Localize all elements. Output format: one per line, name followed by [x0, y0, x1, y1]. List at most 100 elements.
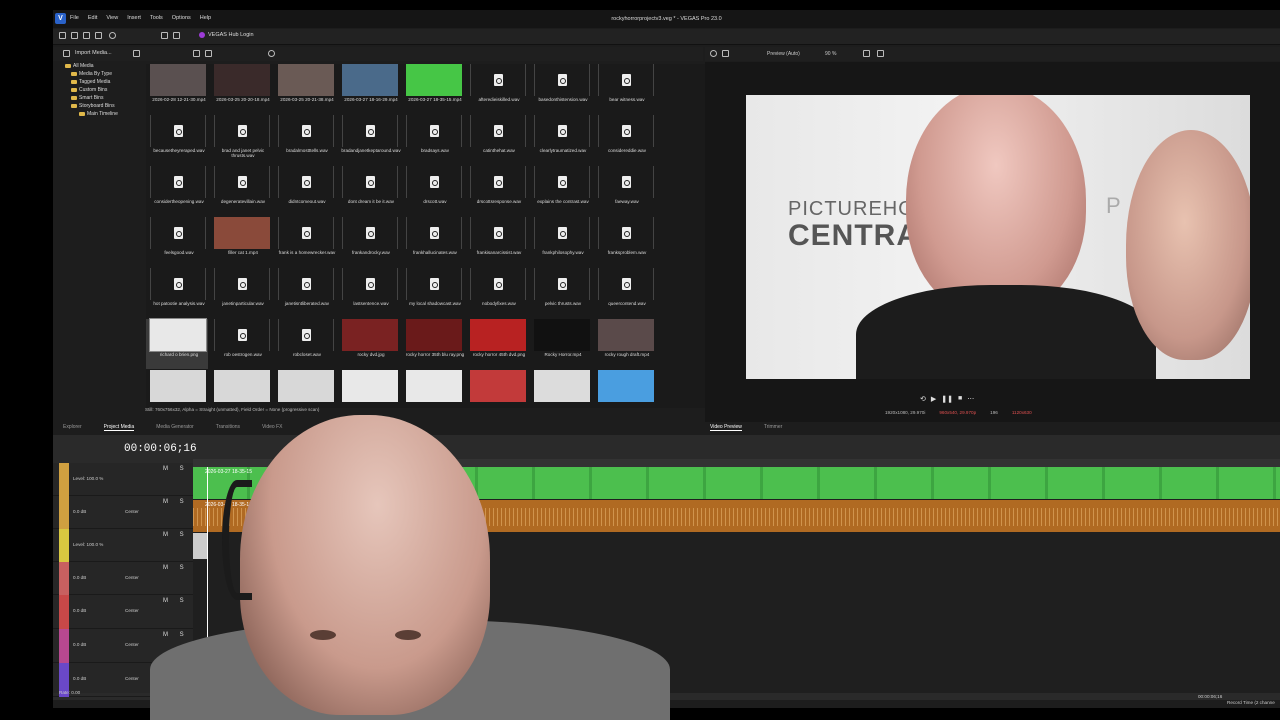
- media-tile[interactable]: didntcomeout.wav: [274, 166, 336, 216]
- media-tile[interactable]: hot patootie analysis.wav: [146, 268, 208, 318]
- media-tile[interactable]: brad and janet pelvic thrusts.wav: [210, 115, 272, 165]
- media-tile[interactable]: janetinparticular.wav: [210, 268, 272, 318]
- bin-item[interactable]: Storyboard Bins: [61, 102, 141, 110]
- media-tile[interactable]: dont dream it be it.wav: [338, 166, 400, 216]
- media-tile[interactable]: explains the contrast.wav: [530, 166, 592, 216]
- media-tile[interactable]: franksproblem.wav: [594, 217, 656, 267]
- media-tile[interactable]: becausetheyreraped.wav: [146, 115, 208, 165]
- track-volume[interactable]: 0.0 dB: [73, 642, 86, 647]
- media-tile[interactable]: 2026-03-27 18-16-29.mp4: [338, 64, 400, 114]
- media-tile[interactable]: queercontend.wav: [594, 268, 656, 318]
- media-tile[interactable]: lastsentence.wav: [338, 268, 400, 318]
- media-tile[interactable]: frankisanarcissist.wav: [466, 217, 528, 267]
- video-preview-frame[interactable]: PICTUREHO CENTRA P: [746, 95, 1250, 379]
- save-icon[interactable]: [83, 32, 90, 39]
- track-volume[interactable]: 0.0 dB: [73, 575, 86, 580]
- bin-item[interactable]: Custom Bins: [61, 86, 141, 94]
- bin-item[interactable]: Smart Bins: [61, 94, 141, 102]
- bin-item[interactable]: All Media: [61, 62, 141, 70]
- media-tile[interactable]: catinthehat.wav: [466, 115, 528, 165]
- media-tile[interactable]: 2026-02-28 12-21-30.mp4: [146, 64, 208, 114]
- bin-item[interactable]: Main Timeline: [61, 110, 141, 118]
- tab-project-media[interactable]: Project Media: [103, 424, 135, 431]
- media-tile[interactable]: Rocky Horror.mp4: [530, 319, 592, 369]
- media-tile[interactable]: frankandrocky.wav: [338, 217, 400, 267]
- undo-icon[interactable]: [161, 32, 168, 39]
- tab-trimmer[interactable]: Trimmer: [764, 424, 782, 431]
- media-tile[interactable]: robcloset.wav: [274, 319, 336, 369]
- media-tile[interactable]: 2026-03-25 20-21-38.mp4: [274, 64, 336, 114]
- track-pan[interactable]: Center: [125, 608, 139, 613]
- media-tile[interactable]: my local shadowcast.wav: [402, 268, 464, 318]
- record-time-status: Record Time (2 channe: [1227, 700, 1275, 705]
- media-tile[interactable]: bradandjanetkeptaround.wav: [338, 115, 401, 165]
- preview-zoom-dropdown[interactable]: 90 %: [825, 51, 836, 57]
- pause-icon[interactable]: ❚❚: [941, 395, 953, 403]
- media-tile[interactable]: clearlytraumatized.wav: [530, 115, 592, 165]
- snapshot-icon[interactable]: [877, 50, 884, 57]
- media-tile[interactable]: considereddie.wav: [594, 115, 656, 165]
- media-tile[interactable]: drscott.wav: [402, 166, 464, 216]
- media-tile[interactable]: 2026-03-27 18-35-15.mp4: [402, 64, 464, 114]
- audio-thumbnail: [406, 268, 462, 300]
- media-tile[interactable]: 2026-03-25 20-20-18.mp4: [210, 64, 272, 114]
- play-preview-icon[interactable]: ▶: [931, 395, 936, 403]
- media-tile[interactable]: drscottsresponse.wav: [466, 166, 528, 216]
- media-tile[interactable]: frankhallucinates.wav: [402, 217, 464, 267]
- bin-item[interactable]: Media By Type: [61, 70, 141, 78]
- media-tile[interactable]: nobodyfixes.wav: [466, 268, 528, 318]
- settings-gear-icon[interactable]: [109, 32, 116, 39]
- track-volume[interactable]: 0.0 dB: [73, 608, 86, 613]
- media-tile[interactable]: frank is a homewrecker.wav: [274, 217, 336, 267]
- media-tile[interactable]: filler cat 1.mp4: [210, 217, 272, 267]
- media-tile[interactable]: basedonthistension.wav: [530, 64, 592, 114]
- track-pan[interactable]: Center: [125, 575, 139, 580]
- media-tile[interactable]: janetisntliberated.wav: [274, 268, 336, 318]
- audio-thumbnail: [214, 115, 270, 147]
- media-tile[interactable]: rocky dvd.jpg: [338, 319, 400, 369]
- new-project-icon[interactable]: [59, 32, 66, 39]
- preview-settings-icon[interactable]: [710, 50, 717, 57]
- search-icon[interactable]: [268, 50, 275, 57]
- bin-item[interactable]: Tagged Media: [61, 78, 141, 86]
- import-media-button[interactable]: Import Media...: [75, 50, 112, 56]
- redo-icon[interactable]: [173, 32, 180, 39]
- track-volume[interactable]: 0.0 dB: [73, 509, 86, 514]
- media-tile[interactable]: considertheopening.wav: [146, 166, 208, 216]
- stop-icon[interactable]: [205, 50, 212, 57]
- track-volume[interactable]: 0.0 dB: [73, 676, 86, 681]
- stop-preview-icon[interactable]: ■: [958, 395, 962, 403]
- preview-fx-icon[interactable]: [722, 50, 729, 57]
- media-tile[interactable]: afteredieiskilled.wav: [466, 64, 528, 114]
- media-tile[interactable]: rocky horror 35th blu ray.png: [402, 319, 464, 369]
- track-level[interactable]: Level: 100.0 %: [73, 476, 103, 481]
- media-tile[interactable]: feelsgood.wav: [146, 217, 208, 267]
- preview-quality-dropdown[interactable]: Preview (Auto): [767, 51, 800, 57]
- media-tile[interactable]: rocky rough draft.mp4: [594, 319, 656, 369]
- media-tile[interactable]: rob oestrogen.wav: [210, 319, 272, 369]
- track-pan[interactable]: Center: [125, 676, 139, 681]
- media-tile[interactable]: bear witness.wav: [594, 64, 656, 114]
- track-pan[interactable]: Center: [125, 642, 139, 647]
- import-media-icon[interactable]: [63, 50, 70, 57]
- media-tile[interactable]: faeway.wav: [594, 166, 656, 216]
- tab-video-preview[interactable]: Video Preview: [710, 424, 742, 431]
- media-tile[interactable]: frankphilosophy.wav: [530, 217, 592, 267]
- render-icon[interactable]: [95, 32, 102, 39]
- media-views-icon[interactable]: [133, 50, 140, 57]
- play-icon[interactable]: [193, 50, 200, 57]
- media-tile[interactable]: pelvic thrusts.wav: [530, 268, 592, 318]
- media-tile[interactable]: rocky horror 45th dvd.png: [466, 319, 528, 369]
- open-icon[interactable]: [71, 32, 78, 39]
- more-icon[interactable]: ⋯: [967, 395, 974, 403]
- track-pan[interactable]: Center: [125, 509, 139, 514]
- tab-explorer[interactable]: Explorer: [63, 424, 82, 431]
- track-level[interactable]: Level: 100.0 %: [73, 542, 103, 547]
- media-tile[interactable]: bradalmostttells.wav: [274, 115, 336, 165]
- hub-login-button[interactable]: VEGAS Hub Login: [199, 32, 254, 38]
- media-tile[interactable]: degeneratevillain.wav: [210, 166, 272, 216]
- loop-icon[interactable]: ⟲: [920, 395, 926, 403]
- grid-icon[interactable]: [863, 50, 870, 57]
- media-tile[interactable]: richard o brien.png: [146, 318, 208, 369]
- media-tile[interactable]: bradsays.wav: [402, 115, 464, 165]
